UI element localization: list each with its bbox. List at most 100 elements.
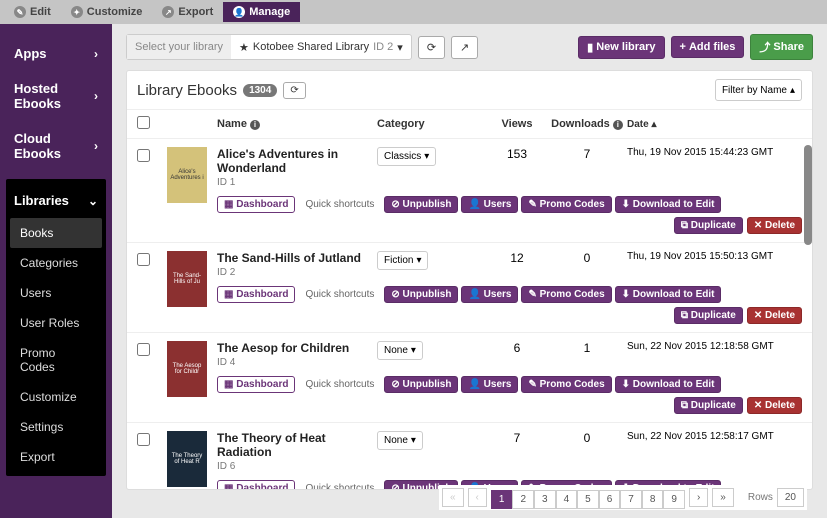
dashboard-button[interactable]: ▦ Dashboard xyxy=(217,286,295,303)
book-cover: Alice's Adventures i xyxy=(167,147,207,203)
download-edit-button[interactable]: ⬇ Download to Edit xyxy=(615,196,722,213)
sidebar-sub-customize[interactable]: Customize xyxy=(6,382,106,412)
dashboard-button[interactable]: ▦ Dashboard xyxy=(217,480,295,489)
sort-asc-icon: ▴ xyxy=(651,119,656,130)
book-cover: The Sand-Hills of Ju xyxy=(167,251,207,307)
duplicate-button[interactable]: ⧉ Duplicate xyxy=(674,397,743,414)
page-7[interactable]: 7 xyxy=(620,490,642,509)
promo-codes-button[interactable]: ✎ Promo Codes xyxy=(521,376,611,393)
page-3[interactable]: 3 xyxy=(534,490,556,509)
filter-by-name[interactable]: Filter by Name ▴ xyxy=(715,79,802,101)
page-5[interactable]: 5 xyxy=(577,490,599,509)
top-tab-edit[interactable]: ✎Edit xyxy=(4,2,61,22)
row-checkbox[interactable] xyxy=(137,343,150,356)
table-row: Alice's Adventures i Alice's Adventures i… xyxy=(127,139,812,243)
caret-down-icon: ▾ xyxy=(411,345,416,356)
book-icon: ▮ xyxy=(587,41,593,54)
rows-per-page[interactable]: 20 xyxy=(777,488,804,507)
delete-button[interactable]: ✕ Delete xyxy=(747,217,802,234)
page-first[interactable]: « xyxy=(442,488,464,507)
book-title: The Theory of Heat Radiation xyxy=(217,431,377,459)
dashboard-button[interactable]: ▦ Dashboard xyxy=(217,196,295,213)
category-dropdown[interactable]: Fiction ▾ xyxy=(377,251,428,270)
add-files-button[interactable]: +Add files xyxy=(671,36,745,58)
users-button[interactable]: 👤 Users xyxy=(461,286,518,303)
library-name: Kotobee Shared Library xyxy=(253,41,369,53)
library-selector[interactable]: Select your library ★ Kotobee Shared Lib… xyxy=(126,34,412,60)
views-value: 7 xyxy=(487,431,547,472)
promo-codes-button[interactable]: ✎ Promo Codes xyxy=(521,196,611,213)
ebook-count-badge: 1304 xyxy=(243,84,277,97)
page-2[interactable]: 2 xyxy=(512,490,534,509)
users-button[interactable]: 👤 Users xyxy=(461,196,518,213)
delete-button[interactable]: ✕ Delete xyxy=(747,397,802,414)
category-dropdown[interactable]: None ▾ xyxy=(377,431,423,450)
sidebar-item-cloud-ebooks[interactable]: Cloud Ebooks› xyxy=(6,121,106,171)
plus-icon: + xyxy=(680,41,686,53)
col-views[interactable]: Views xyxy=(487,118,547,130)
users-button[interactable]: 👤 Users xyxy=(461,376,518,393)
top-tab-customize[interactable]: ✦Customize xyxy=(61,2,153,22)
top-tab-export[interactable]: ↗Export xyxy=(152,2,223,22)
downloads-value: 7 xyxy=(547,147,627,188)
panel-refresh-button[interactable]: ⟳ xyxy=(283,82,305,99)
library-id: ID 2 xyxy=(373,41,393,53)
page-9[interactable]: 9 xyxy=(663,490,685,509)
table-row: The Aesop for ChildrThe Aesop for Childr… xyxy=(127,333,812,423)
top-tab-manage[interactable]: 👤Manage xyxy=(223,2,300,22)
sidebar-libraries[interactable]: Libraries ⌄ xyxy=(6,183,106,218)
book-title: Alice's Adventures in Wonderland xyxy=(217,147,377,175)
download-edit-button[interactable]: ⬇ Download to Edit xyxy=(615,286,722,303)
page-prev[interactable]: ‹ xyxy=(468,488,487,507)
info-icon: i xyxy=(250,120,260,130)
category-dropdown[interactable]: None ▾ xyxy=(377,341,423,360)
col-category[interactable]: Category xyxy=(377,118,487,130)
page-next[interactable]: › xyxy=(689,488,708,507)
row-checkbox[interactable] xyxy=(137,149,150,162)
quick-shortcuts-label: Quick shortcuts xyxy=(305,199,374,210)
open-external-button[interactable]: ↗ xyxy=(451,36,478,59)
sidebar-sub-export[interactable]: Export xyxy=(6,442,106,472)
page-4[interactable]: 4 xyxy=(556,490,578,509)
page-6[interactable]: 6 xyxy=(599,490,621,509)
sidebar-item-apps[interactable]: Apps› xyxy=(6,36,106,71)
views-value: 6 xyxy=(487,341,547,368)
select-all-checkbox[interactable] xyxy=(137,116,150,129)
col-downloads[interactable]: Downloads xyxy=(551,118,610,130)
unpublish-button[interactable]: ⊘ Unpublish xyxy=(384,376,458,393)
sidebar-sub-settings[interactable]: Settings xyxy=(6,412,106,442)
col-date[interactable]: Date xyxy=(627,119,649,130)
sidebar-sub-categories[interactable]: Categories xyxy=(6,248,106,278)
refresh-icon: ⟳ xyxy=(427,41,436,54)
table-row: The Theory of Heat RThe Theory of Heat R… xyxy=(127,423,812,489)
unpublish-button[interactable]: ⊘ Unpublish xyxy=(384,286,458,303)
chevron-right-icon: › xyxy=(94,89,98,103)
promo-codes-button[interactable]: ✎ Promo Codes xyxy=(521,286,611,303)
sidebar-sub-promo-codes[interactable]: Promo Codes xyxy=(6,338,106,382)
book-title: The Aesop for Children xyxy=(217,341,377,355)
page-1[interactable]: 1 xyxy=(491,490,513,509)
page-8[interactable]: 8 xyxy=(642,490,664,509)
dashboard-button[interactable]: ▦ Dashboard xyxy=(217,376,295,393)
duplicate-button[interactable]: ⧉ Duplicate xyxy=(674,217,743,234)
share-button[interactable]: ⤴Share xyxy=(750,34,813,60)
sidebar-sub-users[interactable]: Users xyxy=(6,278,106,308)
sidebar-sub-books[interactable]: Books xyxy=(10,218,102,248)
unpublish-button[interactable]: ⊘ Unpublish xyxy=(384,196,458,213)
date-value: Sun, 22 Nov 2015 12:58:17 GMT xyxy=(627,431,802,472)
sidebar-item-hosted-ebooks[interactable]: Hosted Ebooks› xyxy=(6,71,106,121)
refresh-button[interactable]: ⟳ xyxy=(418,36,445,59)
scrollbar[interactable] xyxy=(804,145,812,245)
row-checkbox[interactable] xyxy=(137,253,150,266)
category-dropdown[interactable]: Classics ▾ xyxy=(377,147,436,166)
duplicate-button[interactable]: ⧉ Duplicate xyxy=(674,307,743,324)
col-name[interactable]: Name xyxy=(217,118,247,130)
page-last[interactable]: » xyxy=(712,488,734,507)
book-title: The Sand-Hills of Jutland xyxy=(217,251,377,265)
chevron-down-icon: ⌄ xyxy=(88,194,98,208)
row-checkbox[interactable] xyxy=(137,433,150,446)
download-edit-button[interactable]: ⬇ Download to Edit xyxy=(615,376,722,393)
delete-button[interactable]: ✕ Delete xyxy=(747,307,802,324)
new-library-button[interactable]: ▮New library xyxy=(578,36,664,59)
sidebar-sub-user-roles[interactable]: User Roles xyxy=(6,308,106,338)
